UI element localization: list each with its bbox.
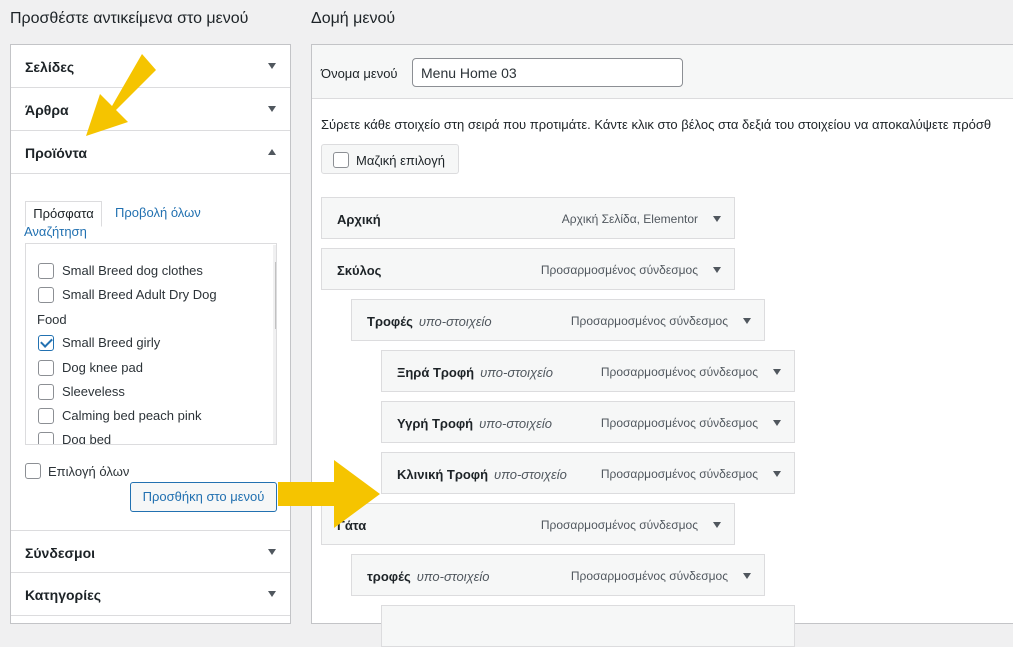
chevron-down-icon [268, 549, 276, 555]
item-label: Calming bed peach pink [62, 408, 202, 423]
accordion-categories-label: Κατηγορίες [25, 587, 102, 603]
menu-name-input[interactable] [412, 58, 683, 87]
chevron-down-icon [268, 591, 276, 597]
menu-item-partial[interactable] [381, 605, 795, 647]
menu-structure-panel: Όνομα μενού Σύρετε κάθε στοιχείο στη σει… [311, 44, 1013, 647]
sub-item-label: υπο-στοιχείο [416, 569, 490, 584]
item-label: Dog bed [62, 432, 112, 445]
item-toggle-arrow-icon[interactable] [773, 420, 781, 426]
add-items-heading: Προσθέστε αντικείμενα στο μενού [10, 10, 249, 27]
menu-item-type: Προσαρμοσμένος σύνδεσμος [600, 365, 758, 379]
bulk-select-button[interactable]: Μαζική επιλογή [321, 144, 459, 174]
sub-item-label: υπο-στοιχείο [479, 416, 552, 431]
sub-item-label: υπο-στοιχείο [418, 314, 492, 329]
accordion-products-label: Προϊόντα [25, 145, 88, 161]
menu-instructions: Σύρετε κάθε στοιχείο στη σειρά που προτι… [321, 117, 992, 132]
menu-item[interactable]: Σκύλος Προσαρμοσμένος σύνδεσμος [321, 248, 735, 290]
item-label: Food [37, 312, 67, 327]
menu-item-title: τροφές υπο-στοιχείο [367, 569, 490, 584]
tab-search[interactable]: Αναζήτηση [24, 224, 87, 239]
menu-item[interactable]: Τροφές υπο-στοιχείο Προσαρμοσμένος σύνδεσ… [351, 299, 765, 341]
item-label: Dog knee pad [62, 360, 143, 375]
bulk-select-checkbox[interactable] [333, 152, 349, 168]
menu-item[interactable]: Ξηρά Τροφή υπο-στοιχείο Προσαρμοσμένος σύ… [381, 350, 795, 392]
menu-item[interactable]: Κλινική Τροφή υπο-στοιχείο Προσαρμοσμένος… [381, 452, 795, 494]
menu-item-title: Αρχική [337, 212, 381, 227]
add-to-menu-button[interactable]: Προσθήκη στο μενού [130, 482, 277, 512]
item-toggle-arrow-icon[interactable] [713, 267, 721, 273]
sub-item-label: υπο-στοιχείο [480, 365, 553, 380]
item-label: Sleeveless [62, 384, 125, 399]
bulk-select-label: Μαζική επιλογή [356, 153, 445, 168]
item-toggle-arrow-icon[interactable] [713, 522, 721, 528]
menu-item-type: Προσαρμοσμένος σύνδεσμος [570, 569, 728, 583]
menu-name-label: Όνομα μενού [321, 66, 398, 81]
annotation-arrow-icon [278, 460, 380, 528]
item-checkbox[interactable] [38, 287, 54, 303]
menu-item[interactable]: τροφές υπο-στοιχείο Προσαρμοσμένος σύνδεσ… [351, 554, 765, 596]
menu-item-type: Αρχική Σελίδα, Elementor [561, 212, 698, 226]
select-all-checkbox[interactable] [25, 463, 41, 479]
chevron-down-icon [268, 106, 276, 112]
menu-item-type: Προσαρμοσμένος σύνδεσμος [540, 263, 698, 277]
item-checkbox-checked[interactable] [38, 335, 54, 351]
item-label: Small Breed Adult Dry Dog [62, 287, 217, 302]
sub-item-label: υπο-στοιχείο [494, 467, 567, 482]
item-checkbox[interactable] [38, 384, 54, 400]
chevron-up-icon [268, 149, 276, 155]
products-checklist[interactable]: Small Breed dog clothes Small Breed Adul… [25, 243, 277, 445]
menu-item-type: Προσαρμοσμένος σύνδεσμος [600, 467, 758, 481]
menu-structure-heading: Δομή μενού [311, 10, 396, 27]
menu-item-type: Προσαρμοσμένος σύνδεσμος [600, 416, 758, 430]
item-toggle-arrow-icon[interactable] [743, 318, 751, 324]
menu-item-title: Τροφές υπο-στοιχείο [367, 314, 492, 329]
list-scrollbar[interactable] [273, 245, 276, 444]
menu-item[interactable]: Υγρή Τροφή υπο-στοιχείο Προσαρμοσμένος σύ… [381, 401, 795, 443]
accordion-links-label: Σύνδεσμοι [25, 545, 96, 561]
menu-item-type: Προσαρμοσμένος σύνδεσμος [570, 314, 728, 328]
annotation-arrow-icon [86, 54, 156, 136]
menu-header: Όνομα μενού [312, 45, 1013, 99]
menu-item-title: Υγρή Τροφή υπο-στοιχείο [397, 416, 552, 431]
chevron-down-icon [268, 63, 276, 69]
tab-view-all[interactable]: Προβολή όλων [115, 205, 201, 220]
item-checkbox[interactable] [38, 360, 54, 376]
item-toggle-arrow-icon[interactable] [743, 573, 751, 579]
accordion-categories[interactable]: Κατηγορίες [11, 573, 290, 616]
item-toggle-arrow-icon[interactable] [773, 369, 781, 375]
scroll-thumb[interactable] [275, 262, 276, 329]
item-toggle-arrow-icon[interactable] [713, 216, 721, 222]
item-checkbox[interactable] [38, 432, 54, 444]
menu-item-title: Κλινική Τροφή υπο-στοιχείο [397, 467, 567, 482]
select-all-label[interactable]: Επιλογή όλων [48, 464, 129, 479]
item-checkbox[interactable] [38, 263, 54, 279]
item-checkbox[interactable] [38, 408, 54, 424]
item-toggle-arrow-icon[interactable] [773, 471, 781, 477]
menu-item-type: Προσαρμοσμένος σύνδεσμος [540, 518, 698, 532]
accordion-links[interactable]: Σύνδεσμοι [11, 530, 290, 573]
menu-item-title: Σκύλος [337, 263, 382, 278]
menu-item[interactable]: Γάτα Προσαρμοσμένος σύνδεσμος [321, 503, 735, 545]
item-label: Small Breed dog clothes [62, 263, 203, 278]
item-label: Small Breed girly [62, 335, 161, 350]
menu-item-title: Ξηρά Τροφή υπο-στοιχείο [397, 365, 553, 380]
menu-item[interactable]: Αρχική Αρχική Σελίδα, Elementor [321, 197, 735, 239]
